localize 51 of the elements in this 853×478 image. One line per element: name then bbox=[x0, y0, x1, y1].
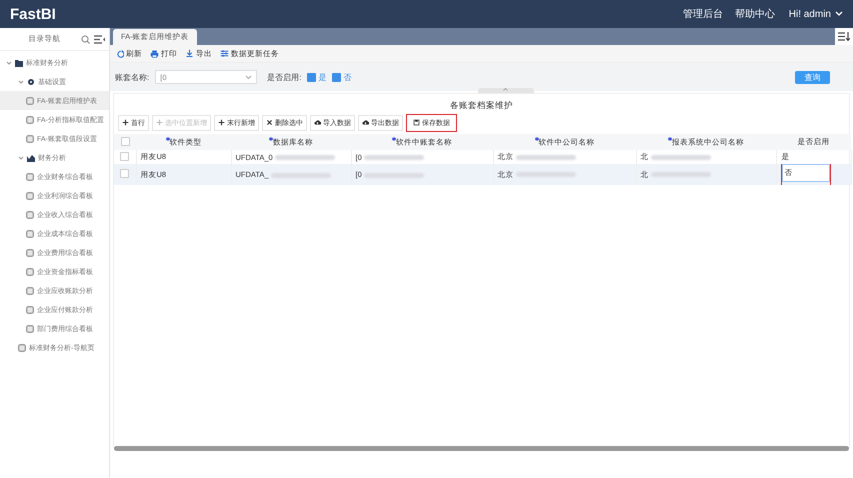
user-menu[interactable]: Hi! admin bbox=[788, 8, 831, 20]
sort-icon bbox=[838, 32, 850, 41]
search-icon bbox=[81, 34, 90, 44]
refresh-icon bbox=[115, 49, 124, 58]
page-icon bbox=[26, 286, 34, 294]
checkbox-label: 否 bbox=[343, 72, 352, 82]
page-icon bbox=[26, 172, 34, 180]
collapse-handle[interactable] bbox=[478, 88, 534, 93]
folder-icon bbox=[15, 58, 23, 66]
sort-button[interactable] bbox=[835, 28, 853, 45]
page-icon bbox=[26, 96, 34, 104]
field-label: 是否启用: bbox=[267, 72, 302, 82]
page-icon bbox=[26, 306, 34, 314]
plus-icon bbox=[156, 119, 163, 126]
chevron-down-icon bbox=[245, 74, 252, 80]
plus-icon bbox=[218, 119, 225, 126]
app-logo[interactable]: FastBI bbox=[10, 6, 56, 22]
query-button[interactable]: 查询 bbox=[795, 70, 830, 84]
page-icon bbox=[26, 324, 34, 332]
page-icon bbox=[26, 248, 34, 256]
header-link[interactable]: 管理后台 bbox=[682, 7, 723, 21]
page-icon bbox=[26, 192, 34, 200]
gear-icon bbox=[27, 78, 35, 86]
row-checkbox[interactable] bbox=[120, 152, 130, 160]
page-icon bbox=[26, 230, 34, 238]
save-icon bbox=[413, 119, 420, 126]
header-link[interactable]: 帮助中心 bbox=[734, 7, 775, 21]
page-icon bbox=[26, 116, 34, 124]
close-icon bbox=[266, 119, 273, 126]
page-icon bbox=[26, 134, 34, 142]
chart-icon bbox=[27, 154, 35, 162]
select-all-checkbox[interactable] bbox=[120, 136, 130, 146]
page-icon bbox=[26, 268, 34, 276]
field-label: 账套名称: bbox=[115, 72, 150, 82]
checkbox-label: 是 bbox=[318, 72, 326, 82]
chevron-up-icon bbox=[503, 88, 508, 91]
panel-title: 各账套档案维护 bbox=[449, 99, 514, 112]
scrollbar[interactable] bbox=[114, 446, 849, 451]
cloud-upload-icon bbox=[314, 119, 321, 126]
sliders-icon bbox=[220, 49, 229, 58]
row-checkbox[interactable] bbox=[120, 169, 130, 178]
checkbox[interactable] bbox=[307, 72, 316, 82]
cloud-download-icon bbox=[362, 119, 369, 126]
download-icon bbox=[185, 49, 194, 58]
printer-icon bbox=[150, 49, 159, 58]
page-icon bbox=[26, 210, 34, 218]
plus-icon bbox=[122, 119, 129, 126]
caret-icon bbox=[835, 11, 843, 17]
checkbox[interactable] bbox=[332, 72, 342, 82]
menu-collapse-icon bbox=[94, 34, 105, 44]
page-icon bbox=[18, 344, 26, 352]
